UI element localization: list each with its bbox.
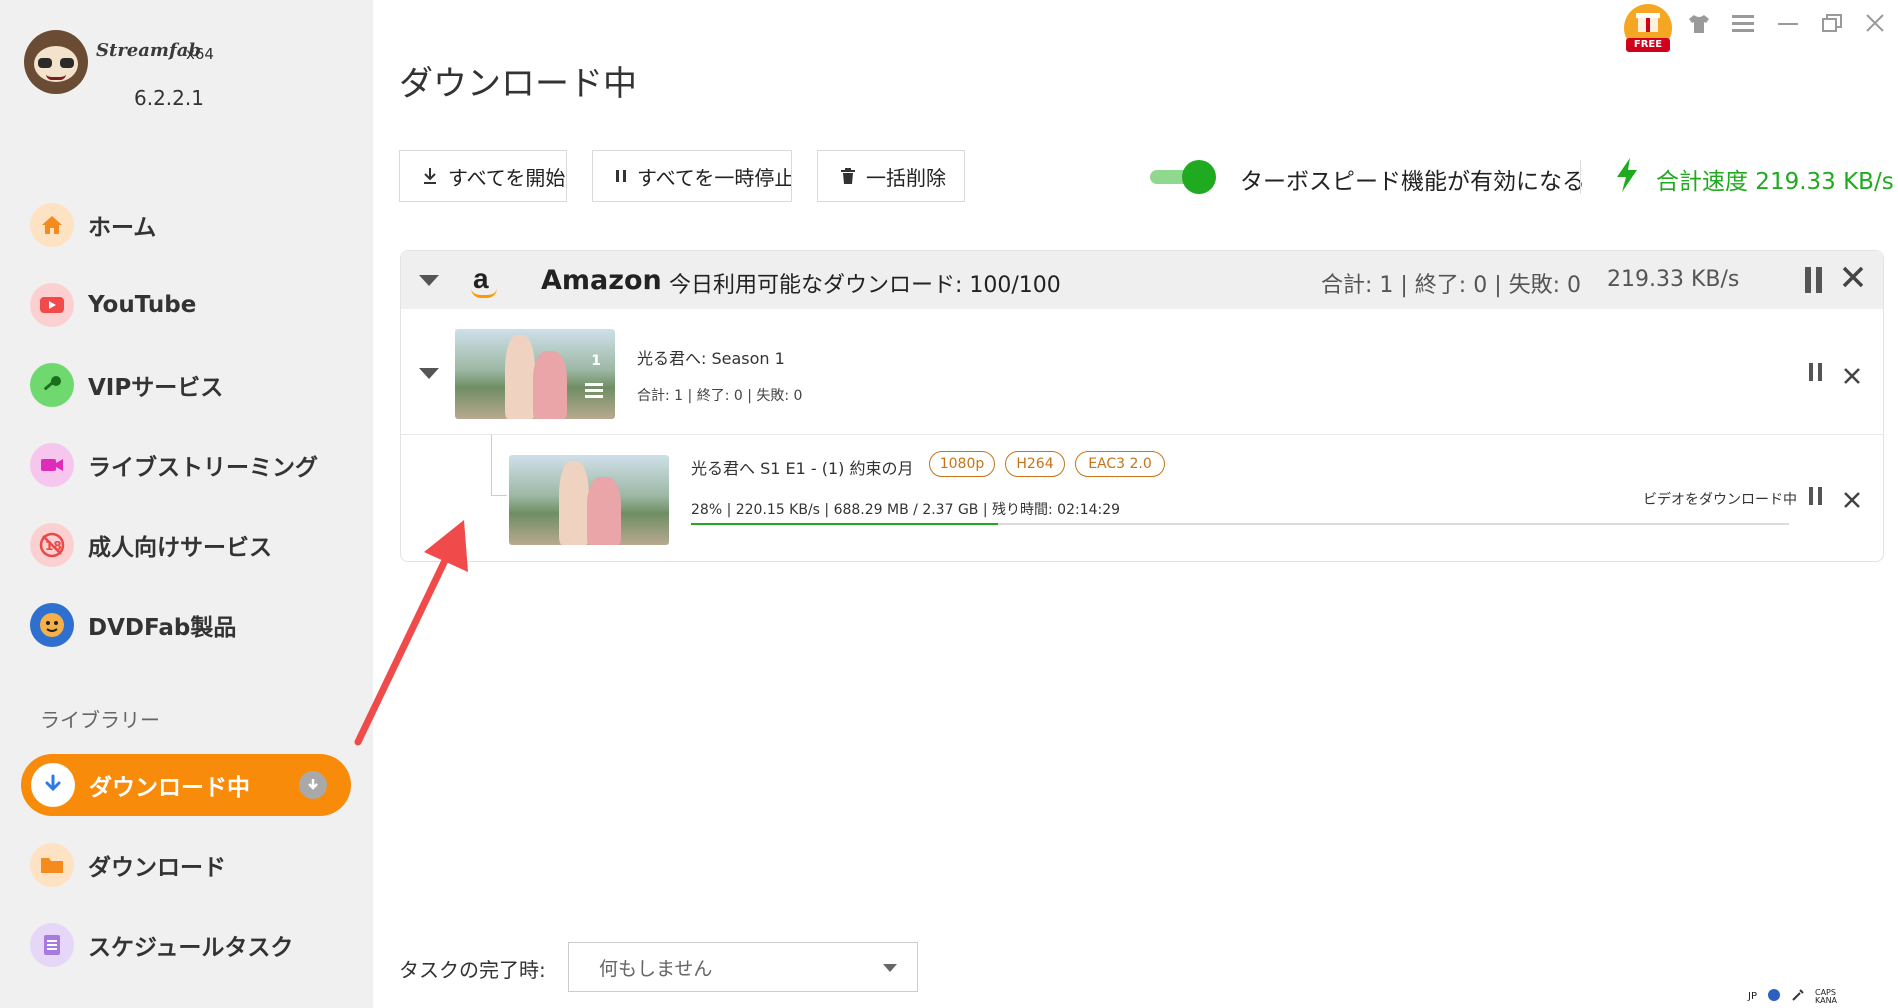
system-tray: JP CAPS KANA [1748,988,1837,1005]
sidebar-item-dvdfab[interactable]: DVDFab製品 [30,600,236,650]
home-icon [30,203,74,247]
sidebar-item-adult[interactable]: 18 成人向けサービス [30,520,272,570]
collapse-season-icon[interactable] [419,368,439,379]
pause-all-button[interactable]: すべてを一時停止 [592,150,792,202]
minimize-icon[interactable] [1778,14,1798,37]
collapse-group-icon[interactable] [419,275,439,286]
episode-thumbnail [509,455,669,545]
episode-title: 光る君へ S1 E1 - (1) 約束の月 [691,459,914,478]
audio-tag: EAC3 2.0 [1075,451,1165,477]
resolution-tag: 1080p [929,451,995,477]
page-title: ダウンロード中 [399,64,637,104]
library-title: ライブラリー [40,708,160,732]
start-all-label: すべてを開始 [448,165,566,190]
sidebar-item-downloaded[interactable]: ダウンロード [30,840,226,890]
free-label: FREE [1626,38,1670,52]
trash-icon [840,167,856,185]
turbo-speed-toggle[interactable] [1150,160,1218,194]
sidebar-item-youtube[interactable]: YouTube [30,280,196,330]
menu-icon[interactable] [1732,14,1754,37]
delete-all-button[interactable]: 一括削除 [817,150,965,202]
key-icon [30,363,74,407]
dvdfab-icon [30,603,74,647]
ime-status-icon[interactable] [1767,988,1781,1005]
total-speed: 合計速度 219.33 KB/s [1656,169,1894,195]
episode-list-icon [585,383,603,401]
sidebar-item-label: ダウンロード中 [89,775,250,801]
season-row: 1 光る君へ: Season 1 合計: 1 | 終了: 0 | 失敗: 0 [401,309,1883,435]
download-icon [31,763,75,807]
season-stats: 合計: 1 | 終了: 0 | 失敗: 0 [637,388,803,404]
ime-indicator[interactable]: JP [1748,991,1757,1002]
season-episode-count: 1 [591,353,601,369]
episode-progress-bar [691,523,1789,525]
close-window-icon[interactable] [1866,14,1884,37]
start-all-button[interactable]: すべてを開始 [399,150,567,202]
sidebar-item-schedule[interactable]: スケジュールタスク [30,920,293,970]
red-arrow-annotation [354,520,468,746]
sidebar-item-downloading[interactable]: ダウンロード中 [21,754,351,816]
tools-icon[interactable] [1791,988,1805,1005]
pause-all-label: すべてを一時停止 [637,165,792,190]
sidebar-item-live-streaming[interactable]: ライブストリーミング [30,440,318,490]
download-badge-icon [299,771,327,799]
sidebar-item-label: VIPサービス [88,375,224,401]
codec-tag: H264 [1005,451,1065,477]
schedule-list-icon [30,923,74,967]
sidebar-item-label: 成人向けサービス [88,535,272,561]
group-stats: 合計: 1 | 終了: 0 | 失敗: 0 [1321,273,1582,298]
video-camera-icon [30,443,74,487]
sidebar-item-label: ホーム [88,215,157,241]
no-18-icon: 18 [30,523,74,567]
daily-quota: 今日利用可能なダウンロード: 100/100 [669,273,1061,298]
sidebar-item-home[interactable]: ホーム [30,200,156,250]
tree-connector [491,495,507,496]
group-speed: 219.33 KB/s [1607,267,1740,292]
season-thumbnail: 1 [455,329,615,419]
task-finish-label: タスクの完了時: [399,958,546,982]
season-close-icon[interactable] [1843,364,1861,390]
season-pause-icon[interactable] [1809,363,1822,381]
group-header: a Amazon 今日利用可能なダウンロード: 100/100 合計: 1 | … [401,251,1883,309]
youtube-icon [30,283,74,327]
toolbar-divider [1580,160,1581,194]
pause-icon [615,168,627,184]
sidebar-item-label: ライブストリーミング [88,455,318,481]
tshirt-skin-icon[interactable] [1688,14,1710,39]
episode-pause-icon[interactable] [1809,487,1822,505]
folder-icon [30,843,74,887]
download-arrow-icon [422,167,438,185]
season-title: 光る君へ: Season 1 [637,349,785,368]
group-pause-icon[interactable] [1805,267,1822,293]
tree-connector [491,435,492,495]
streamfab-logo [24,30,88,94]
caps-kana-indicator: CAPS KANA [1814,988,1838,1005]
group-close-icon[interactable] [1841,265,1865,294]
task-finish-select[interactable]: 何もしません [568,942,918,992]
episode-close-icon[interactable] [1843,488,1861,514]
delete-all-label: 一括削除 [866,165,946,190]
chevron-down-icon [883,964,897,972]
service-name: Amazon [541,265,662,296]
restore-icon[interactable] [1822,14,1842,37]
sidebar-item-label: DVDFab製品 [88,615,237,641]
free-gift-icon[interactable]: FREE [1624,4,1672,52]
amazon-logo-icon: a [467,263,501,299]
lightning-bolt-icon [1614,157,1640,197]
episode-progress-fill [691,523,999,525]
turbo-speed-label: ターボスピード機能が有効になる [1240,169,1585,195]
sidebar-item-label: スケジュールタスク [88,935,294,961]
sidebar-item-label: ダウンロード [88,855,226,881]
task-finish-value: 何もしません [599,957,713,980]
sidebar-item-label: YouTube [88,292,197,318]
episode-progress-text: 28% | 220.15 KB/s | 688.29 MB / 2.37 GB … [691,502,1121,518]
episode-row: 光る君へ S1 E1 - (1) 約束の月 1080p H264 EAC3 2.… [401,435,1883,561]
kana-label: KANA [1814,995,1838,1005]
sidebar-item-vip[interactable]: VIPサービス [30,360,223,410]
version-label: 6.2.2.1 [134,86,204,110]
arch-label: x64 [186,45,214,63]
episode-status: ビデオをダウンロード中 [1643,492,1797,508]
amazon-download-group: a Amazon 今日利用可能なダウンロード: 100/100 合計: 1 | … [400,250,1884,562]
sidebar: Streamfab x64 6.2.2.1 ホーム YouTube VIPサービ… [0,0,373,1008]
